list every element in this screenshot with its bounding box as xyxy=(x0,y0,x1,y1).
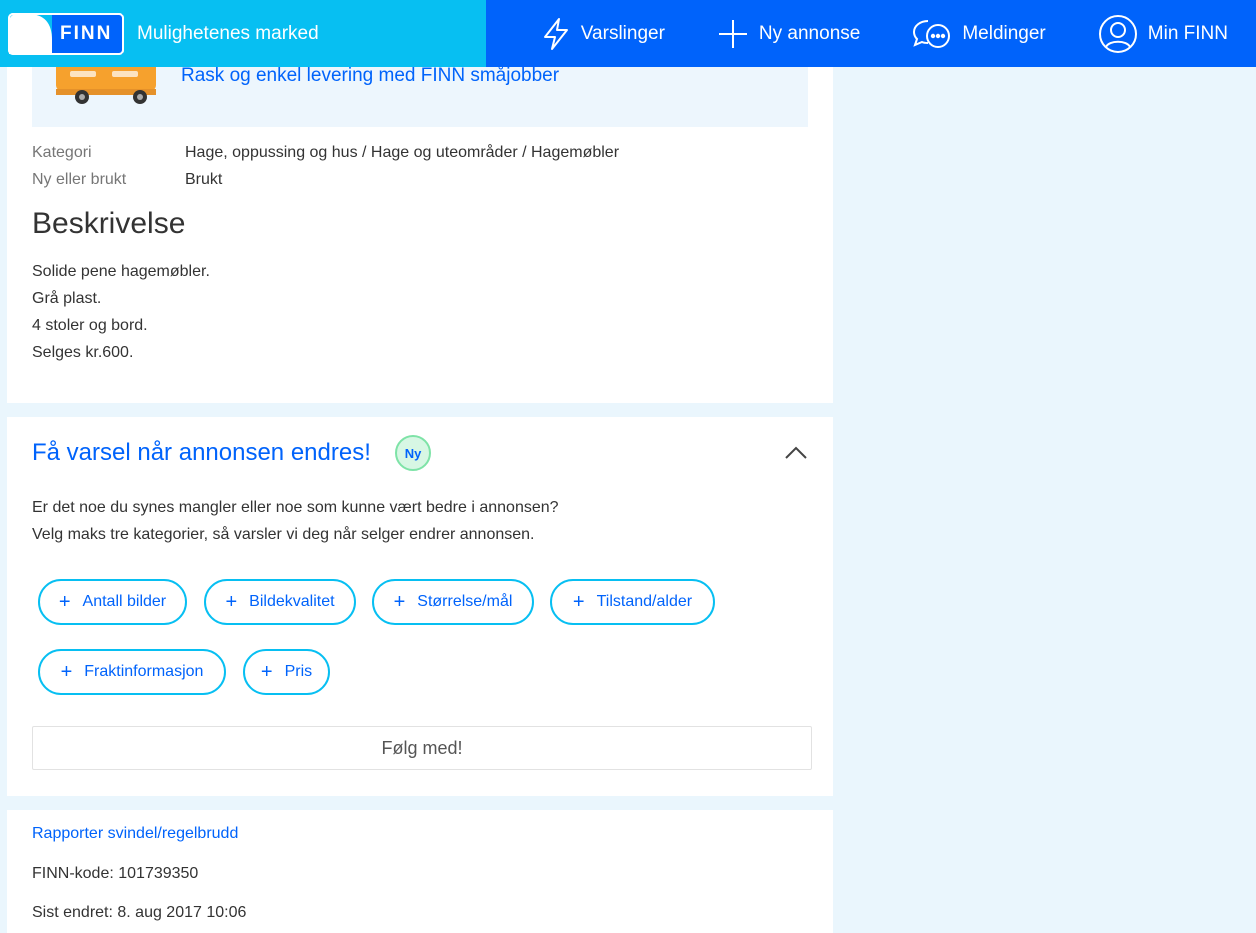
chip-fraktinformasjon[interactable]: + Fraktinformasjon xyxy=(38,649,226,695)
description-body: Solide pene hagemøbler. Grå plast. 4 sto… xyxy=(32,258,210,366)
report-fraud-link[interactable]: Rapporter svindel/regelbrudd xyxy=(32,825,238,843)
lightning-icon xyxy=(543,17,568,50)
chip-label: Pris xyxy=(284,663,313,680)
alert-text-line: Velg maks tre kategorier, så varsler vi … xyxy=(32,526,535,543)
tagline: Mulighetenes marked xyxy=(137,22,319,44)
plus-icon: + xyxy=(572,591,585,613)
description-line: 4 stoler og bord. xyxy=(32,317,148,334)
main-nav: Varslinger Ny annonse Meldinger Min FINN xyxy=(486,0,1256,67)
delivery-link[interactable]: Rask og enkel levering med FINN småjobbe… xyxy=(181,67,559,87)
fact-row-category: Kategori Hage, oppussing og hus / Hage o… xyxy=(32,144,619,171)
chip-label: Fraktinformasjon xyxy=(84,663,204,680)
brand-area: FINN Mulighetenes marked xyxy=(0,0,486,67)
description-line: Solide pene hagemøbler. xyxy=(32,263,210,280)
plus-icon: + xyxy=(225,591,238,613)
nav-label: Min FINN xyxy=(1147,22,1228,44)
finn-logo[interactable]: FINN xyxy=(8,12,124,55)
fact-row-condition: Ny eller brukt Brukt xyxy=(32,171,619,198)
nav-varslinger[interactable]: Varslinger xyxy=(541,17,665,51)
plus-icon: + xyxy=(60,661,73,683)
ad-meta-card: Rapporter svindel/regelbrudd FINN-kode: … xyxy=(7,810,833,933)
chip-label: Størrelse/mål xyxy=(417,593,513,610)
alert-text-line: Er det noe du synes mangler eller noe so… xyxy=(32,499,559,516)
chip-label: Antall bilder xyxy=(82,593,167,610)
nav-ny-annonse[interactable]: Ny annonse xyxy=(717,18,860,50)
chip-storrelse-mal[interactable]: + Størrelse/mål xyxy=(372,579,534,625)
change-alert-card: Få varsel når annonsen endres! Ny Er det… xyxy=(7,417,833,796)
chip-antall-bilder[interactable]: + Antall bilder xyxy=(38,579,187,625)
follow-button[interactable]: Følg med! xyxy=(32,726,812,770)
description-heading: Beskrivelse xyxy=(32,207,186,240)
fact-key: Ny eller brukt xyxy=(32,171,127,188)
chip-label: Tilstand/alder xyxy=(596,593,693,610)
van-icon xyxy=(56,67,156,104)
top-bar: FINN Mulighetenes marked Varslinger Ny a… xyxy=(0,0,1256,67)
fact-key: Kategori xyxy=(32,144,92,161)
finn-code: FINN-kode: 101739350 xyxy=(32,865,199,882)
nav-label: Meldinger xyxy=(962,22,1046,44)
alert-title: Få varsel når annonsen endres! xyxy=(32,439,371,466)
facts-list: Kategori Hage, oppussing og hus / Hage o… xyxy=(32,144,619,198)
user-circle-icon xyxy=(1098,14,1137,53)
description-line: Grå plast. xyxy=(32,290,102,307)
nav-label: Ny annonse xyxy=(758,22,861,44)
logo-text: FINN xyxy=(60,22,113,44)
plus-icon xyxy=(718,19,747,48)
chevron-up-icon[interactable] xyxy=(784,445,808,461)
nav-meldinger[interactable]: Meldinger xyxy=(912,18,1046,50)
description-line: Selges kr.600. xyxy=(32,344,134,361)
plus-icon: + xyxy=(58,591,71,613)
chat-bubbles-icon xyxy=(913,19,951,48)
alert-description: Er det noe du synes mangler eller noe so… xyxy=(32,494,559,548)
new-badge: Ny xyxy=(395,435,431,471)
nav-min-finn[interactable]: Min FINN xyxy=(1098,14,1228,54)
chip-pris[interactable]: + Pris xyxy=(243,649,330,695)
plus-icon: + xyxy=(260,661,273,683)
plus-icon: + xyxy=(393,591,406,613)
ad-details-card: Rask og enkel levering med FINN småjobbe… xyxy=(7,67,833,403)
chip-label: Bildekvalitet xyxy=(249,593,335,610)
fact-value: Brukt xyxy=(185,171,223,188)
delivery-banner[interactable]: Rask og enkel levering med FINN småjobbe… xyxy=(32,67,808,127)
chip-tilstand-alder[interactable]: + Tilstand/alder xyxy=(550,579,715,625)
fact-value: Hage, oppussing og hus / Hage og uteområ… xyxy=(185,144,620,161)
nav-label: Varslinger xyxy=(580,22,665,44)
last-changed: Sist endret: 8. aug 2017 10:06 xyxy=(32,904,247,921)
chip-bildekvalitet[interactable]: + Bildekvalitet xyxy=(204,579,356,625)
